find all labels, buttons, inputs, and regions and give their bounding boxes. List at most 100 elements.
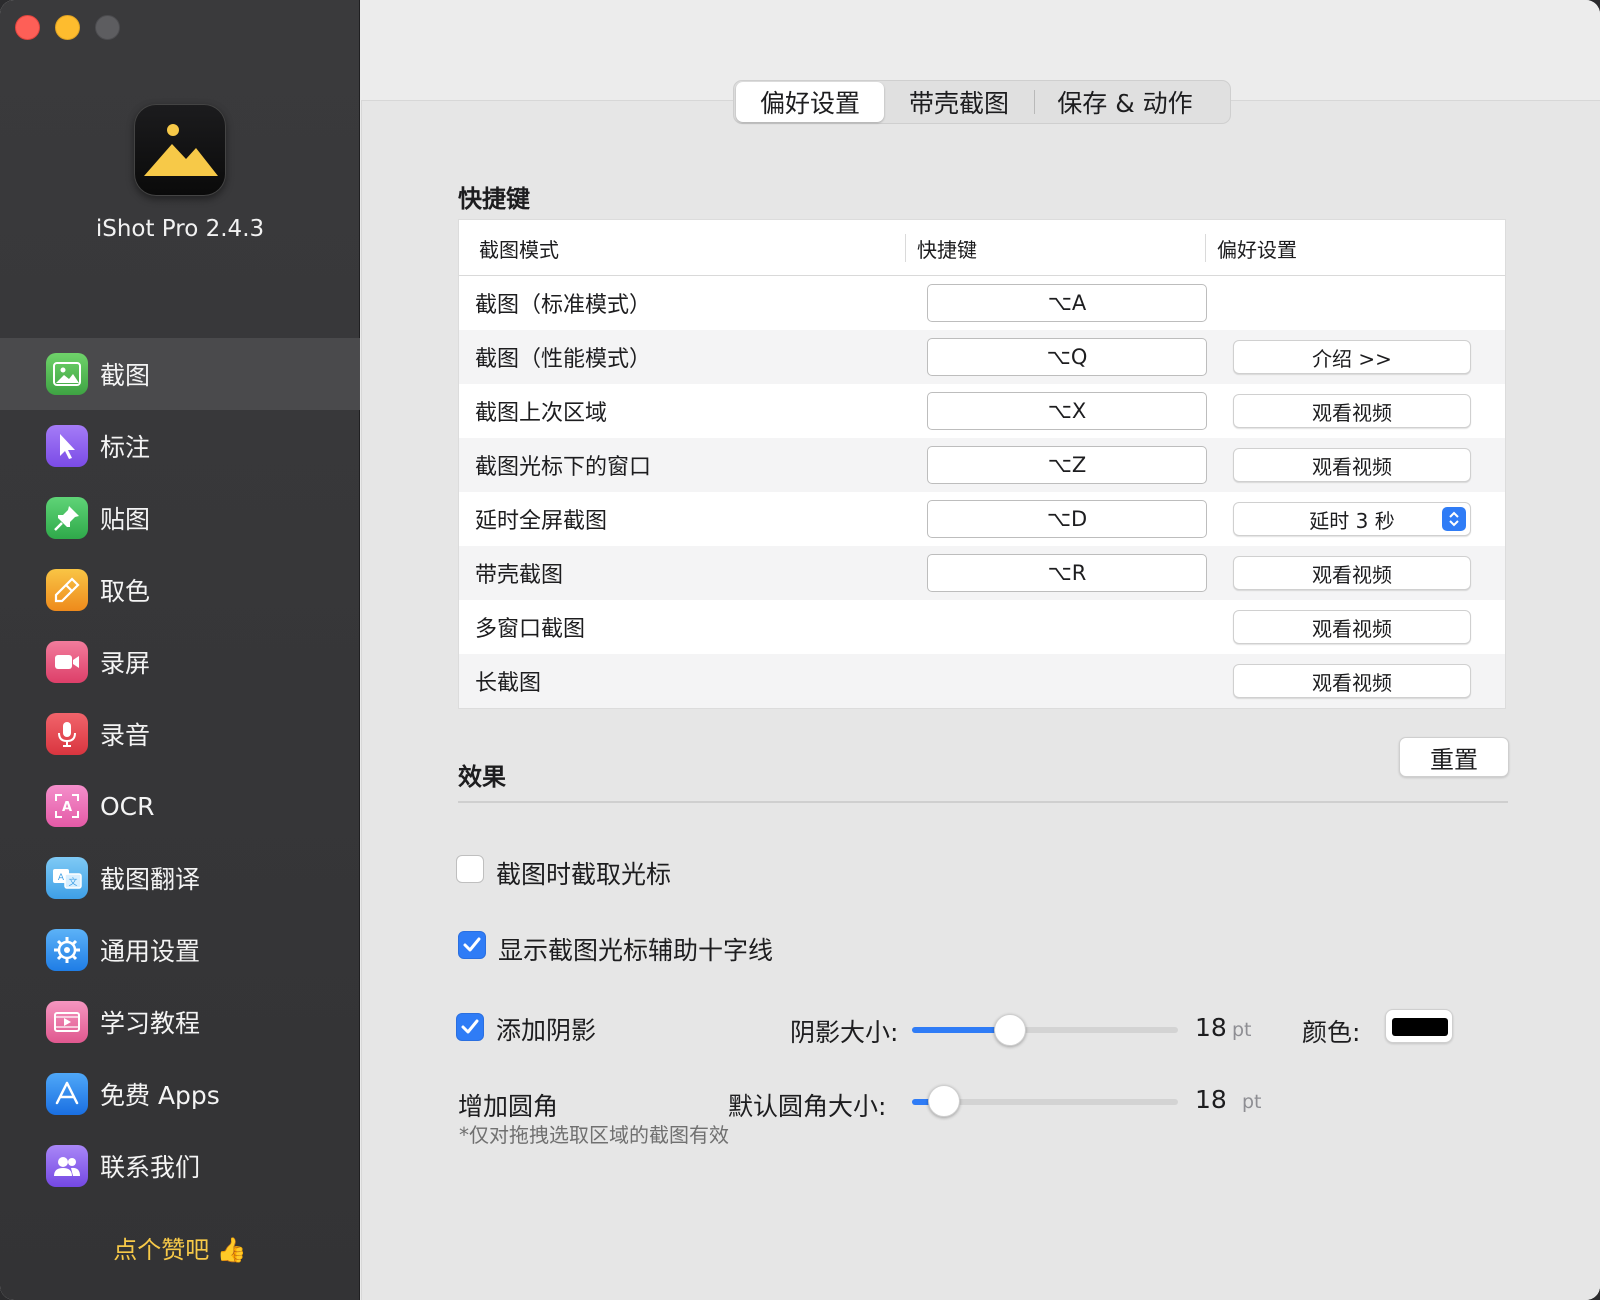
sidebar-item-translate[interactable]: A文 截图翻译 (0, 842, 360, 914)
like-link[interactable]: 点个赞吧 👍 (0, 1230, 360, 1265)
screenshot-icon (46, 353, 88, 395)
contacts-icon (46, 1145, 88, 1187)
shadow-color-swatch (1392, 1018, 1448, 1036)
corner-size-unit: pt (1242, 1091, 1262, 1113)
delay-select-value: 延时 3 秒 (1309, 508, 1395, 533)
corner-size-value: 18 (1195, 1085, 1227, 1114)
reset-button[interactable]: 重置 (1399, 737, 1509, 777)
watch-video-button[interactable]: 观看视频 (1233, 664, 1471, 698)
watch-video-button[interactable]: 观看视频 (1233, 394, 1471, 428)
zoom-window-button[interactable] (95, 15, 120, 40)
watch-video-button[interactable]: 观看视频 (1233, 556, 1471, 590)
table-row: 截图上次区域 ⌥X 观看视频 (459, 384, 1505, 438)
sidebar-item-free-apps[interactable]: 免费 Apps (0, 1058, 360, 1130)
shadow-size-slider-knob[interactable] (994, 1014, 1027, 1046)
shadow-checkbox[interactable] (456, 1013, 484, 1041)
mode-label: 截图（标准模式） (475, 293, 652, 318)
eyedropper-icon (46, 569, 88, 611)
shortcut-recorder[interactable]: ⌥X (927, 392, 1207, 430)
sidebar-item-label: 免费 Apps (100, 1081, 220, 1110)
table-row: 带壳截图 ⌥R 观看视频 (459, 546, 1505, 600)
settings-tabs: 偏好设置 带壳截图 保存 & 动作 (733, 80, 1231, 124)
sidebar-item-color-picker[interactable]: 取色 (0, 554, 360, 626)
shadow-label: 添加阴影 (496, 1016, 597, 1045)
minimize-window-button[interactable] (55, 15, 80, 40)
sidebar-item-annotate[interactable]: 标注 (0, 410, 360, 482)
column-divider (1205, 234, 1206, 262)
main-content: 快捷键 截图模式 快捷键 偏好设置 截图（标准模式） ⌥A 截图（性能模式） ⌥… (361, 0, 1600, 1300)
checkmark-icon (461, 1019, 479, 1034)
sidebar-item-screen-record[interactable]: 录屏 (0, 626, 360, 698)
translate-icon: A文 (46, 857, 88, 899)
effects-section-title: 效果 (458, 763, 506, 791)
corner-size-slider-knob[interactable] (927, 1085, 960, 1117)
sidebar-item-label: 录屏 (100, 649, 151, 678)
svg-text:A: A (62, 800, 72, 815)
sidebar-item-label: OCR (100, 791, 155, 821)
sidebar-item-label: 联系我们 (100, 1153, 201, 1182)
microphone-icon (46, 713, 88, 755)
table-row: 多窗口截图 观看视频 (459, 600, 1505, 654)
section-divider (458, 801, 1508, 803)
tab-device-frame[interactable]: 带壳截图 (884, 82, 1034, 122)
sidebar: iShot Pro 2.4.3 截图 标注 贴图 取色 录屏 录音 A OCR … (0, 0, 360, 1300)
settings-panel: 快捷键 截图模式 快捷键 偏好设置 截图（标准模式） ⌥A 截图（性能模式） ⌥… (361, 100, 1600, 1300)
tab-save-actions[interactable]: 保存 & 动作 (1035, 82, 1215, 122)
delay-select[interactable]: 延时 3 秒 (1233, 502, 1471, 536)
intro-button[interactable]: 介绍 >> (1233, 340, 1471, 374)
sidebar-item-pin[interactable]: 贴图 (0, 482, 360, 554)
watch-video-button[interactable]: 观看视频 (1233, 610, 1471, 644)
sidebar-item-contact[interactable]: 联系我们 (0, 1130, 360, 1202)
sidebar-item-screenshot[interactable]: 截图 (0, 338, 360, 410)
video-camera-icon (46, 641, 88, 683)
app-name: iShot Pro 2.4.3 (95, 216, 265, 242)
sidebar-item-audio-record[interactable]: 录音 (0, 698, 360, 770)
shortcut-recorder[interactable]: ⌥Q (927, 338, 1207, 376)
sidebar-item-label: 截图翻译 (100, 865, 201, 894)
svg-text:A: A (58, 873, 65, 883)
checkmark-icon (463, 937, 481, 952)
sidebar-item-label: 取色 (100, 577, 151, 606)
sidebar-item-general-settings[interactable]: 通用设置 (0, 914, 360, 986)
app-logo-icon (134, 104, 226, 196)
mode-label: 带壳截图 (475, 563, 564, 588)
column-header-mode: 截图模式 (479, 237, 559, 262)
sidebar-item-label: 贴图 (100, 505, 151, 534)
sidebar-nav: 截图 标注 贴图 取色 录屏 录音 A OCR A 文 截图翻译 通用设置 学习… (0, 338, 360, 1202)
mode-label: 截图光标下的窗口 (475, 455, 652, 480)
capture-cursor-checkbox[interactable] (456, 855, 484, 883)
shadow-color-label: 颜色: (1302, 1018, 1361, 1047)
corner-size-label: 默认圆角大小: (728, 1092, 887, 1121)
sidebar-item-label: 标注 (100, 433, 151, 462)
table-header: 截图模式 快捷键 偏好设置 (459, 220, 1505, 276)
shortcut-recorder[interactable]: ⌥D (927, 500, 1207, 538)
table-row: 截图光标下的窗口 ⌥Z 观看视频 (459, 438, 1505, 492)
column-divider (905, 234, 906, 262)
mode-label: 长截图 (475, 671, 542, 696)
corner-label: 增加圆角 (458, 1092, 559, 1121)
sidebar-item-tutorials[interactable]: 学习教程 (0, 986, 360, 1058)
shortcut-recorder[interactable]: ⌥R (927, 554, 1207, 592)
capture-cursor-label: 截图时截取光标 (496, 860, 672, 889)
shadow-color-well[interactable] (1385, 1009, 1453, 1043)
svg-text:文: 文 (68, 876, 77, 888)
tab-preferences[interactable]: 偏好设置 (736, 82, 884, 122)
gear-icon (46, 929, 88, 971)
sidebar-item-ocr[interactable]: A OCR (0, 770, 360, 842)
mode-label: 截图上次区域 (475, 401, 608, 426)
crosshair-label: 显示截图光标辅助十字线 (498, 936, 774, 965)
app-store-icon (46, 1073, 88, 1115)
chevron-up-down-icon (1442, 507, 1466, 531)
mode-label: 截图（性能模式） (475, 347, 652, 372)
close-window-button[interactable] (15, 15, 40, 40)
shadow-size-unit: pt (1232, 1019, 1252, 1041)
shortcuts-table: 截图模式 快捷键 偏好设置 截图（标准模式） ⌥A 截图（性能模式） ⌥Q 介绍… (458, 219, 1506, 709)
shadow-size-value: 18 (1195, 1013, 1227, 1042)
sidebar-item-label: 学习教程 (100, 1009, 201, 1038)
shortcut-recorder[interactable]: ⌥Z (927, 446, 1207, 484)
crosshair-checkbox[interactable] (458, 931, 486, 959)
watch-video-button[interactable]: 观看视频 (1233, 448, 1471, 482)
shadow-size-label: 阴影大小: (790, 1018, 899, 1047)
shortcuts-section-title: 快捷键 (458, 185, 530, 213)
shortcut-recorder[interactable]: ⌥A (927, 284, 1207, 322)
